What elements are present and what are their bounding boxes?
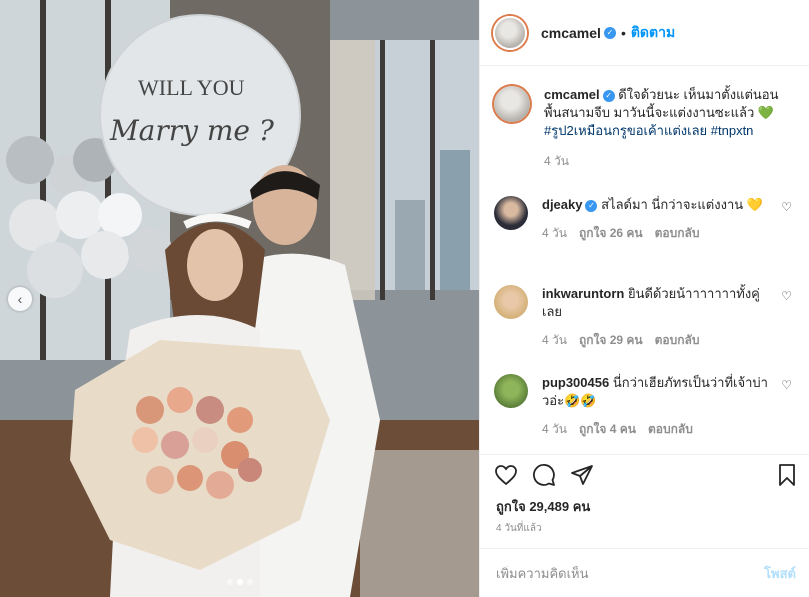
commenter-avatar[interactable] <box>494 374 528 408</box>
author-username[interactable]: cmcamel <box>541 25 601 41</box>
verified-badge-icon: ✓ <box>585 200 598 212</box>
author-avatar[interactable] <box>493 15 527 50</box>
reply-button[interactable]: ตอบกลับ <box>655 224 700 242</box>
verified-badge-icon: ✓ <box>602 90 615 102</box>
comment-username[interactable]: inkwaruntorn <box>542 286 624 301</box>
author-avatar[interactable] <box>494 86 530 122</box>
reply-button[interactable]: ตอบกลับ <box>648 420 693 438</box>
post-date[interactable]: 4 วันที่แล้ว <box>496 521 542 536</box>
comments-list[interactable]: cmcamel ✓ ดีใจด้วยนะ เห็นมาตั้งแต่นอนพื้น… <box>480 66 809 454</box>
comment-text: สไลด์มา นี่กว่าจะแต่งงาน 💛 <box>601 197 763 212</box>
header-separator: • <box>620 24 626 41</box>
comment-item: djeaky ✓ สไลด์มา นี่กว่าจะแต่งงาน 💛 4 วัน… <box>494 196 804 242</box>
paper-plane-icon[interactable] <box>570 463 594 487</box>
post-header: cmcamel ✓ • ติดตาม <box>480 0 809 66</box>
caption-time: 4 วัน <box>544 154 569 168</box>
post-photo[interactable]: WILL YOU Marry me ? ‹ <box>0 0 479 597</box>
comment-item: pup300456 นี่กว่าเฮียภัทรเป็นว่าที่เจ้าบ… <box>494 374 804 438</box>
comment-username[interactable]: djeaky <box>542 197 582 212</box>
comment-time: 4 วัน <box>542 226 567 240</box>
caption: cmcamel ✓ ดีใจด้วยนะ เห็นมาตั้งแต่นอนพื้น… <box>494 86 804 170</box>
commenter-avatar[interactable] <box>494 196 528 230</box>
commenter-avatar[interactable] <box>494 285 528 319</box>
add-comment-input[interactable] <box>496 565 765 581</box>
caption-hashtags[interactable]: #รูป2เหมือนกรูขอเค้าแต่งเลย #tnpxtn <box>544 123 753 138</box>
chevron-left-icon: ‹ <box>17 291 23 307</box>
comment-time: 4 วัน <box>542 333 567 347</box>
carousel-dots <box>0 579 479 585</box>
comment-likes[interactable]: ถูกใจ 29 คน <box>579 331 643 349</box>
carousel-prev-button[interactable]: ‹ <box>8 287 32 311</box>
comment-icon[interactable] <box>532 463 556 487</box>
comment-heart-icon[interactable]: ♡ <box>781 200 792 214</box>
add-comment-bar: โพสต์ <box>480 548 809 597</box>
balloon-text-line2: Marry me ? <box>109 114 275 147</box>
comment-username[interactable]: pup300456 <box>542 375 609 390</box>
post-sidebar: cmcamel ✓ • ติดตาม cmcamel ✓ ดีใจด้วยนะ เ… <box>479 0 809 597</box>
balloon-text-line1: WILL YOU <box>138 75 245 100</box>
post-comment-button[interactable]: โพสต์ <box>764 563 796 584</box>
comment-heart-icon[interactable]: ♡ <box>781 378 792 392</box>
heart-icon[interactable] <box>494 463 518 487</box>
reply-button[interactable]: ตอบกลับ <box>655 331 700 349</box>
post-actions: ถูกใจ 29,489 คน 4 วันที่แล้ว <box>480 454 809 548</box>
carousel-dot-active <box>236 579 243 585</box>
bookmark-icon[interactable] <box>775 463 799 487</box>
likes-count[interactable]: ถูกใจ 29,489 คน <box>496 496 590 517</box>
comment-item: inkwaruntorn ยินดีด้วยน้าาาาาาาทั้งคู่เล… <box>494 285 804 349</box>
photo-illustration: WILL YOU Marry me ? <box>0 0 479 597</box>
verified-badge-icon: ✓ <box>603 26 616 39</box>
comment-likes[interactable]: ถูกใจ 26 คน <box>579 224 643 242</box>
comment-likes[interactable]: ถูกใจ 4 คน <box>579 420 636 438</box>
comment-heart-icon[interactable]: ♡ <box>781 289 792 303</box>
comment-time: 4 วัน <box>542 422 567 436</box>
caption-username[interactable]: cmcamel <box>544 87 600 102</box>
follow-button[interactable]: ติดตาม <box>631 22 675 44</box>
carousel-dot <box>226 579 233 585</box>
carousel-dot <box>246 579 253 585</box>
